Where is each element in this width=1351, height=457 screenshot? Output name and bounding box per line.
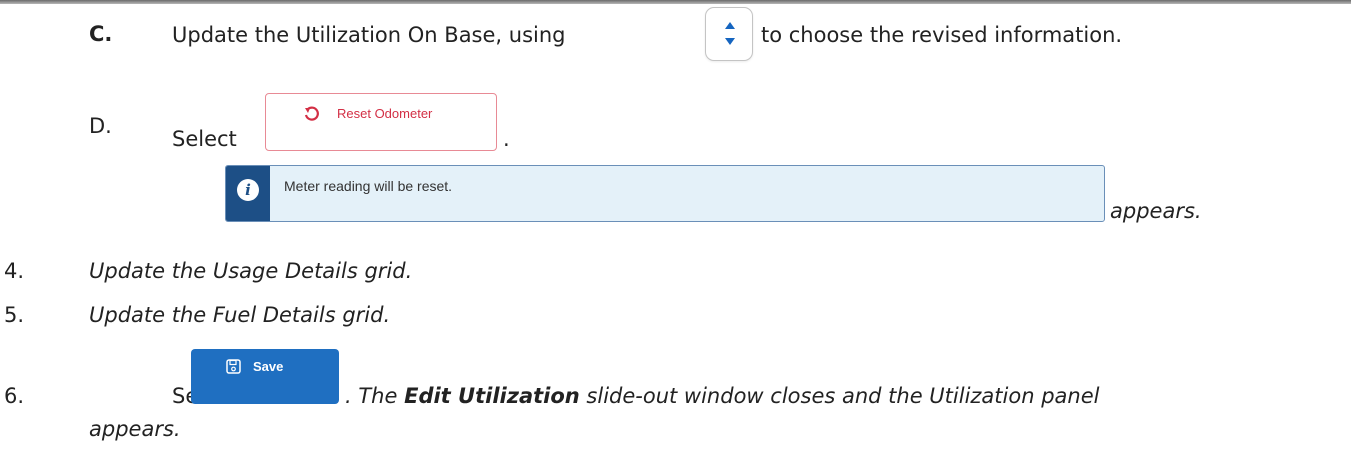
save-label: Save xyxy=(253,359,284,374)
spinner-button[interactable] xyxy=(705,7,753,61)
step-6-text-after-1: . The xyxy=(345,384,398,408)
step-d-select: Select xyxy=(172,127,237,151)
save-button[interactable]: Save xyxy=(191,349,339,404)
top-border xyxy=(0,0,1351,4)
alert-message: Meter reading will be reset. xyxy=(284,178,453,194)
step-6-text-after-2: slide-out window closes and the Utilizat… xyxy=(586,384,1100,408)
step-6-text-line2: appears. xyxy=(89,417,181,441)
step-c-text-before: Update the Utilization On Base, using xyxy=(172,23,566,47)
step-5-marker: 5. xyxy=(4,303,25,327)
info-icon: i xyxy=(237,179,259,201)
step-d-marker: D. xyxy=(89,114,112,138)
reset-odometer-button[interactable]: Reset Odometer xyxy=(265,93,497,151)
floppy-disk-icon xyxy=(226,359,241,378)
step-6-marker: 6. xyxy=(4,384,25,408)
step-4-marker: 4. xyxy=(4,259,25,283)
reset-odometer-label: Reset Odometer xyxy=(337,106,433,121)
step-6-text-1: . The Edit Utilization slide-out window … xyxy=(345,383,1099,409)
step-5-text: Update the Fuel Details grid. xyxy=(89,303,391,327)
info-alert: i Meter reading will be reset. xyxy=(225,165,1105,222)
undo-icon xyxy=(303,105,321,127)
step-c-marker: C. xyxy=(89,22,113,46)
step-d-appears: appears. xyxy=(1110,199,1202,223)
step-d-period: . xyxy=(503,127,510,151)
step-4-text: Update the Usage Details grid. xyxy=(89,259,413,283)
spinner-down-icon xyxy=(725,38,735,45)
edit-utilization-emphasis: Edit Utilization xyxy=(404,384,580,408)
spinner-up-icon xyxy=(725,22,735,29)
step-c-text-after: to choose the revised information. xyxy=(761,23,1123,47)
